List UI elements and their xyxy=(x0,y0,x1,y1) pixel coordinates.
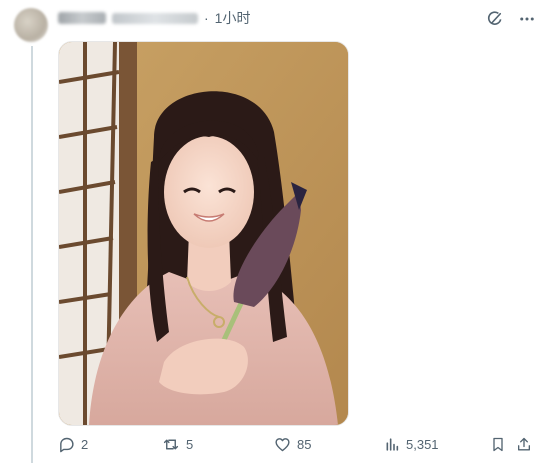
post-header: · 1小时 xyxy=(58,8,250,28)
share-button[interactable] xyxy=(516,436,532,453)
thread-line xyxy=(31,46,33,463)
reply-icon xyxy=(58,436,75,453)
grok-icon[interactable] xyxy=(486,10,504,28)
like-count: 85 xyxy=(297,437,312,452)
bookmark-button[interactable] xyxy=(490,436,506,453)
share-icon xyxy=(516,436,532,453)
post-photo[interactable] xyxy=(58,41,349,426)
like-icon xyxy=(274,436,291,453)
separator-dot: · xyxy=(204,10,209,26)
bookmark-icon xyxy=(490,436,506,453)
repost-button[interactable]: 5 xyxy=(162,436,193,453)
post-timestamp[interactable]: 1小时 xyxy=(215,8,251,28)
views-icon xyxy=(384,436,400,453)
more-icon[interactable] xyxy=(518,10,536,28)
top-actions xyxy=(486,10,536,28)
views-button[interactable]: 5,351 xyxy=(384,436,439,453)
views-count: 5,351 xyxy=(406,437,439,452)
repost-count: 5 xyxy=(186,437,194,452)
action-bar: 2 5 85 5,351 xyxy=(58,436,538,458)
avatar[interactable] xyxy=(14,8,48,42)
reply-count: 2 xyxy=(81,437,89,452)
reply-button[interactable]: 2 xyxy=(58,436,88,453)
author-handle-redacted[interactable] xyxy=(112,12,198,24)
repost-icon xyxy=(162,436,180,453)
like-button[interactable]: 85 xyxy=(274,436,311,453)
author-name-redacted[interactable] xyxy=(58,12,106,24)
